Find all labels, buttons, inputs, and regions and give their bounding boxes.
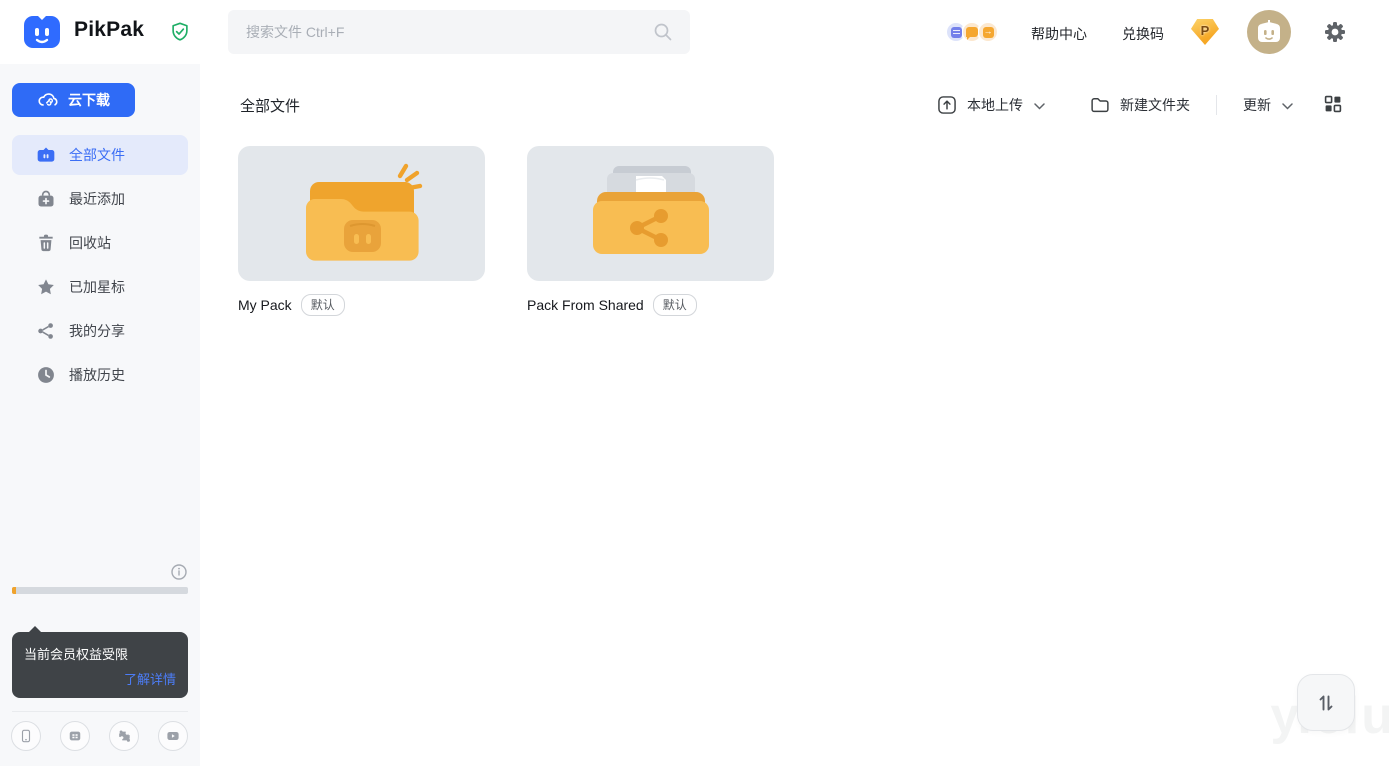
mobile-app-icon[interactable]: [11, 721, 41, 751]
new-folder-icon: [1089, 94, 1111, 116]
update-button[interactable]: 更新: [1243, 95, 1293, 115]
sidebar-item-my-shares[interactable]: 我的分享: [12, 311, 188, 351]
folder-card-my-pack: My Pack 默认: [238, 146, 485, 316]
sidebar-item-recent-added[interactable]: 最近添加: [12, 179, 188, 219]
search-bar: [228, 10, 690, 54]
sidebar-item-starred[interactable]: 已加星标: [12, 267, 188, 307]
all-files-icon: [36, 145, 56, 165]
sort-arrows-icon: [1313, 690, 1339, 716]
sidebar-divider: [12, 711, 188, 712]
folder-thumbnail[interactable]: [527, 146, 774, 281]
premium-gem-badge[interactable]: P: [1191, 19, 1219, 45]
sidebar-item-label: 回收站: [69, 233, 111, 253]
trash-icon: [36, 233, 56, 253]
folder-label-row: My Pack 默认: [238, 294, 485, 316]
star-icon: [36, 277, 56, 297]
storage-quota-bar: [12, 587, 188, 594]
sidebar-item-label: 已加星标: [69, 277, 125, 297]
sidebar-item-label: 全部文件: [69, 145, 125, 165]
sidebar-item-label: 我的分享: [69, 321, 125, 341]
folder-label-row: Pack From Shared 默认: [527, 294, 774, 316]
membership-details-link[interactable]: 了解详情: [124, 669, 176, 688]
search-input[interactable]: [228, 10, 690, 54]
membership-tooltip-message: 当前会员权益受限: [24, 644, 176, 663]
toolbar: 本地上传 新建文件夹 更新: [936, 91, 1345, 119]
local-upload-label: 本地上传: [967, 95, 1023, 115]
header: PikPak 帮助中心 兑换码 P: [0, 0, 1389, 64]
search-icon[interactable]: [652, 21, 674, 43]
local-upload-button[interactable]: 本地上传: [936, 94, 1045, 116]
page-title: 全部文件: [240, 95, 300, 116]
default-badge: 默认: [653, 294, 697, 316]
shared-folder-illustration: [577, 158, 725, 270]
share-icon: [36, 321, 56, 341]
folder-name[interactable]: My Pack: [238, 297, 292, 313]
sidebar-menu: 全部文件 最近添加 回收站 已加星标: [0, 135, 200, 399]
premium-gem-letter: P: [1201, 23, 1210, 38]
membership-tooltip: 当前会员权益受限 了解详情: [12, 632, 188, 698]
brand-name: PikPak: [74, 18, 144, 42]
grid-view-toggle[interactable]: [1323, 94, 1345, 116]
folder-name[interactable]: Pack From Shared: [527, 297, 644, 313]
upload-icon: [936, 94, 958, 116]
cloud-download-button[interactable]: 云下载: [12, 83, 135, 117]
sidebar-item-all-files[interactable]: 全部文件: [12, 135, 188, 175]
recent-added-icon: [36, 189, 56, 209]
security-shield-icon[interactable]: [169, 21, 191, 43]
default-badge: 默认: [301, 294, 345, 316]
settings-gear-icon[interactable]: [1323, 20, 1347, 44]
sidebar: 云下载 全部文件 最近添加 回收站: [0, 64, 200, 766]
cloud-link-icon: [37, 91, 59, 109]
grid-view-icon: [1323, 94, 1345, 116]
folder-grid: My Pack 默认: [238, 146, 774, 316]
sidebar-item-label: 播放历史: [69, 365, 125, 385]
robot-folder-illustration: [288, 158, 436, 270]
cloud-download-label: 云下载: [68, 90, 110, 110]
new-folder-button[interactable]: 新建文件夹: [1089, 94, 1190, 116]
folder-thumbnail[interactable]: [238, 146, 485, 281]
browser-extension-icon[interactable]: [109, 721, 139, 751]
main-content: 全部文件 本地上传 新建文件夹 更新: [200, 64, 1389, 766]
tv-app-icon[interactable]: [60, 721, 90, 751]
user-avatar[interactable]: [1247, 10, 1291, 54]
telegram-channel-icon[interactable]: [977, 21, 999, 43]
community-links[interactable]: [945, 21, 999, 43]
video-channel-icon[interactable]: [158, 721, 188, 751]
sidebar-item-play-history[interactable]: 播放历史: [12, 355, 188, 395]
folder-card-pack-from-shared: Pack From Shared 默认: [527, 146, 774, 316]
chevron-down-icon: [1282, 97, 1293, 113]
new-folder-label: 新建文件夹: [1120, 95, 1190, 115]
sort-order-button[interactable]: [1297, 674, 1355, 731]
pikpak-app: PikPak 帮助中心 兑换码 P: [0, 0, 1389, 766]
pikpak-logo-icon[interactable]: [22, 12, 62, 52]
redeem-code-link[interactable]: 兑换码: [1122, 24, 1164, 44]
sidebar-item-trash[interactable]: 回收站: [12, 223, 188, 263]
update-label: 更新: [1243, 95, 1271, 115]
play-history-icon: [36, 365, 56, 385]
help-center-link[interactable]: 帮助中心: [1031, 24, 1087, 44]
sidebar-item-label: 最近添加: [69, 189, 125, 209]
toolbar-divider: [1216, 95, 1217, 115]
chevron-down-icon: [1034, 97, 1045, 113]
quota-info-icon[interactable]: [171, 564, 187, 580]
storage-quota-used: [12, 587, 16, 594]
